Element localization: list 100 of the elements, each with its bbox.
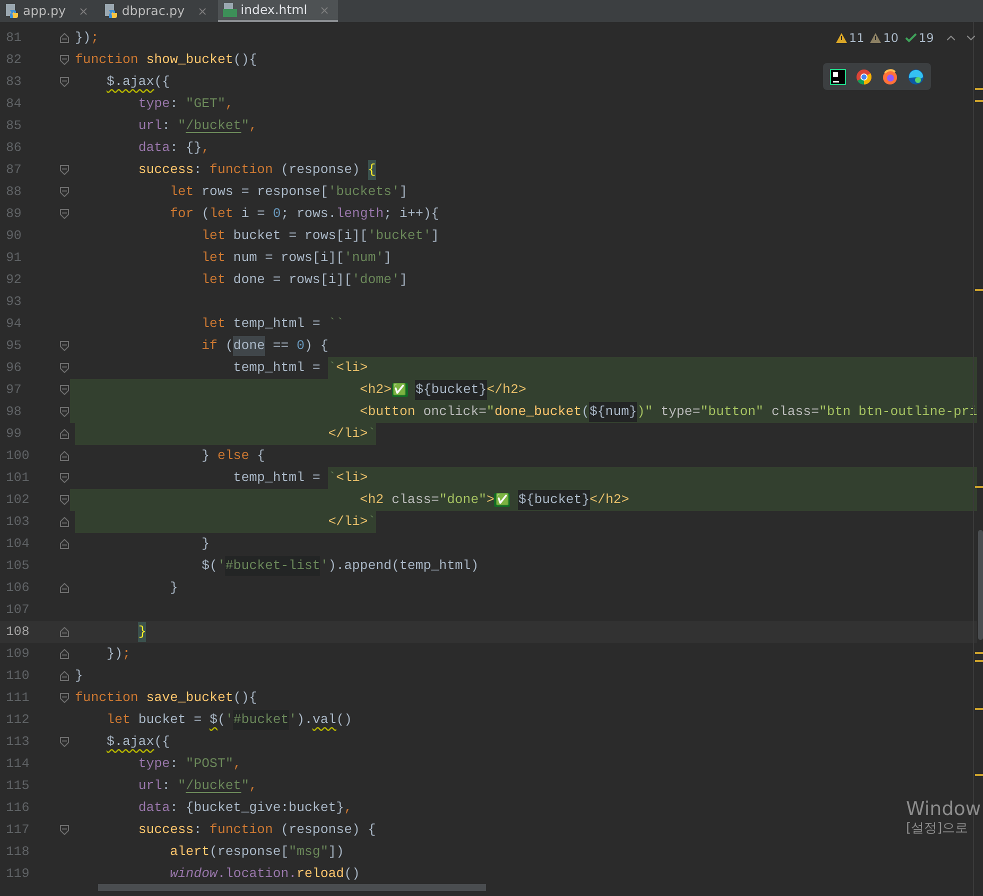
fold-icon[interactable] <box>60 693 68 703</box>
line-number: 114 <box>5 755 30 774</box>
line-number: 82 <box>5 51 23 70</box>
fold-icon[interactable] <box>60 407 68 417</box>
code-line: let temp_html = `` <box>200 315 344 334</box>
line-number: 99 <box>5 425 23 444</box>
line-number: 87 <box>5 161 23 180</box>
code-line: let bucket = rows[i]['bucket'] <box>200 227 440 246</box>
code-line: for (let i = 0; rows.length; i++){ <box>168 205 440 224</box>
fold-icon[interactable] <box>60 341 68 351</box>
scrollbar-thumb[interactable] <box>978 530 983 640</box>
code-line: url: "/bucket", <box>137 777 258 796</box>
code-line: type: "GET", <box>137 95 234 114</box>
line-number: 83 <box>5 73 23 92</box>
code-line: data: {}, <box>137 139 210 158</box>
editor-tab[interactable]: app.py <box>0 0 97 22</box>
code-line: function save_bucket(){ <box>75 689 258 708</box>
fold-icon[interactable] <box>60 385 68 395</box>
browser-icon[interactable] <box>856 68 872 84</box>
line-number: 91 <box>5 249 23 268</box>
line-number: 100 <box>5 447 30 466</box>
code-line: }); <box>75 29 99 48</box>
fold-icon[interactable] <box>60 583 68 593</box>
ide-logo-icon[interactable] <box>830 68 846 84</box>
warning-icon <box>836 33 847 43</box>
code-line: $('#bucket-list').append(temp_html) <box>75 555 479 577</box>
line-number: 96 <box>5 359 23 378</box>
fold-icon[interactable] <box>60 539 68 549</box>
line-number: 118 <box>5 843 30 862</box>
fold-icon[interactable] <box>60 517 68 527</box>
activation-notice-text: [설정]으로 <box>906 820 970 838</box>
line-number: 94 <box>5 315 23 334</box>
line-number: 110 <box>5 667 30 686</box>
close-icon[interactable] <box>196 6 208 16</box>
code-line: </li>` <box>75 511 376 533</box>
fold-icon[interactable] <box>60 55 68 65</box>
activation-notice-title: Window <box>906 798 981 820</box>
line-number: 81 <box>5 29 23 48</box>
code-line: alert(response["msg"]) <box>168 843 344 862</box>
fold-icon[interactable] <box>60 33 68 43</box>
code-line: } <box>75 621 146 643</box>
fold-icon[interactable] <box>60 187 68 197</box>
line-number: 103 <box>5 513 30 532</box>
browser-icon[interactable] <box>908 68 924 84</box>
close-icon[interactable] <box>78 6 89 16</box>
code-line: }); <box>106 645 130 664</box>
line-number: 88 <box>5 183 23 202</box>
line-number: 112 <box>5 711 30 730</box>
code-line: let bucket = $('#bucket').val() <box>75 709 352 731</box>
code-line: success: function (response) { <box>75 159 376 181</box>
line-number: 119 <box>5 865 30 884</box>
python-file-icon <box>5 4 19 18</box>
check-icon <box>904 33 917 43</box>
fold-icon[interactable] <box>60 363 68 373</box>
line-number: 101 <box>5 469 30 488</box>
close-icon[interactable] <box>319 4 330 16</box>
editor-tab[interactable]: index.html <box>218 0 338 22</box>
line-number: 108 <box>5 623 30 642</box>
code-line: </li>` <box>75 423 376 445</box>
horizontal-scrollbar-thumb[interactable] <box>98 884 486 891</box>
code-line: <button onclick="done_bucket(${num})" type="button" class="btn btn-outline-pri <box>75 401 978 423</box>
browser-icon[interactable] <box>882 68 898 84</box>
fold-icon[interactable] <box>60 473 68 483</box>
fold-icon[interactable] <box>60 209 68 219</box>
code-line: } <box>168 579 178 598</box>
line-number: 98 <box>5 403 23 422</box>
fold-icon[interactable] <box>60 649 68 659</box>
fold-icon[interactable] <box>60 429 68 439</box>
line-number: 84 <box>5 95 23 114</box>
code-line: type: "POST", <box>137 755 242 774</box>
line-number: 109 <box>5 645 30 664</box>
code-line: <h2>✅ ${bucket}</h2> <box>75 379 526 401</box>
line-number: 90 <box>5 227 23 246</box>
code-line: } <box>75 667 83 686</box>
code-line: let done = rows[i]['dome'] <box>200 271 408 290</box>
code-line: function show_bucket(){ <box>75 51 258 70</box>
fold-icon[interactable] <box>60 671 68 681</box>
line-number: 86 <box>5 139 23 158</box>
fold-icon[interactable] <box>60 77 68 87</box>
line-number: 111 <box>5 689 30 708</box>
fold-icon[interactable] <box>60 737 68 747</box>
fold-icon[interactable] <box>60 825 68 835</box>
fold-icon[interactable] <box>60 165 68 175</box>
html-file-icon <box>222 3 237 17</box>
line-number: 116 <box>5 799 30 818</box>
line-number: 113 <box>5 733 30 752</box>
fold-icon[interactable] <box>60 495 68 505</box>
code-line: } <box>200 535 210 554</box>
code-line: url: "/bucket", <box>137 117 258 136</box>
fold-icon[interactable] <box>60 627 68 637</box>
line-number: 117 <box>5 821 30 840</box>
fold-icon[interactable] <box>60 451 68 461</box>
code-line: let num = rows[i]['num'] <box>200 249 392 268</box>
code-line: $.ajax({ <box>106 73 170 92</box>
code-line: $.ajax({ <box>106 733 170 752</box>
line-number: 85 <box>5 117 23 136</box>
warning-icon <box>870 33 882 43</box>
line-number: 106 <box>5 579 30 598</box>
editor-tab[interactable]: dbprac.py <box>98 0 216 22</box>
code-line: if (done == 0) { <box>75 335 328 357</box>
